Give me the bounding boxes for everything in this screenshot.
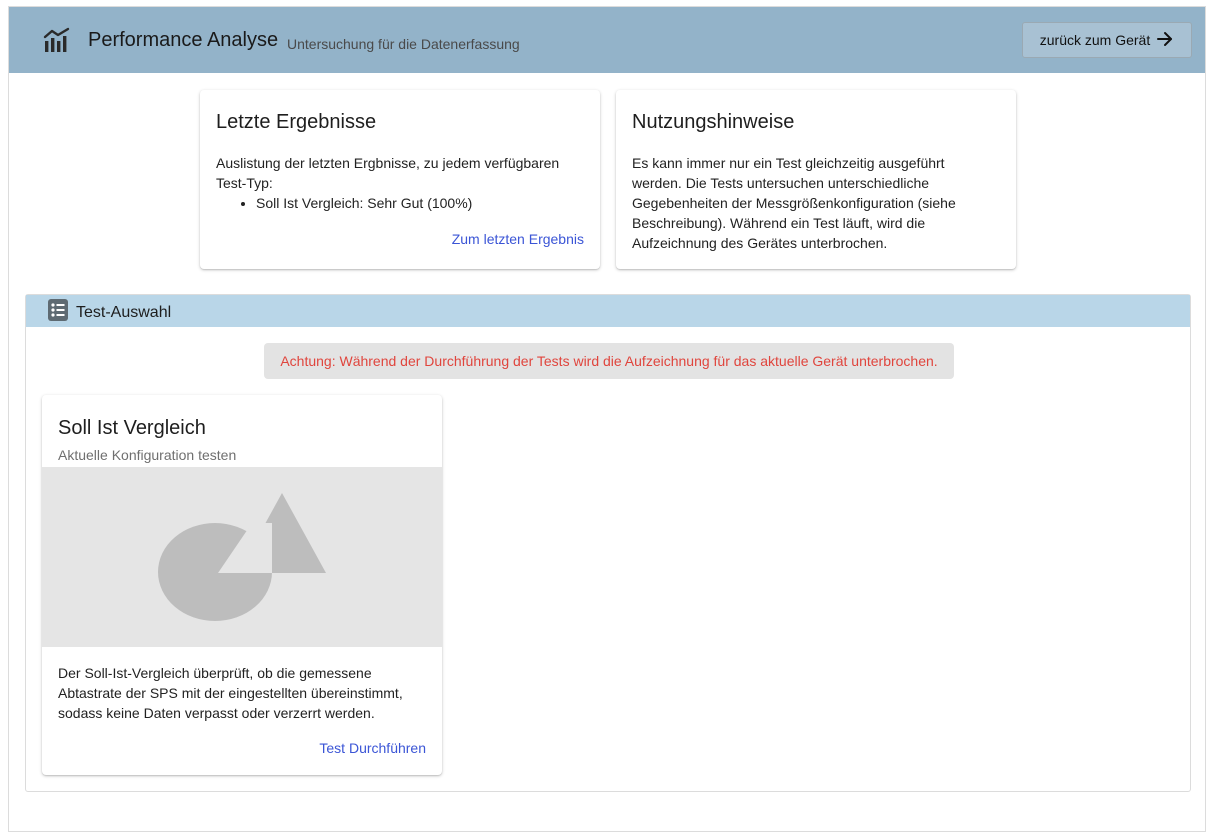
test-card-image <box>42 467 442 647</box>
list-item: Soll Ist Vergleich: Sehr Gut (100%) <box>256 193 472 213</box>
warning-text: Achtung: Während der Durchführung der Te… <box>280 353 938 369</box>
test-card-subtitle: Aktuelle Konfiguration testen <box>58 447 237 463</box>
list-icon <box>48 299 68 321</box>
test-card-title: Soll Ist Vergleich <box>58 417 206 439</box>
last-result-link[interactable]: Zum letzten Ergebnis <box>452 231 584 247</box>
test-selection-title: Test-Auswahl <box>76 304 172 321</box>
last-results-card: Letzte Ergebnisse Auslistung der letzten… <box>200 90 600 269</box>
image-placeholder-icon <box>158 493 326 621</box>
test-selection-panel: Test-Auswahl Achtung: Während der Durchf… <box>25 294 1191 792</box>
app-frame: Performance Analyse Untersuchung für die… <box>8 6 1206 832</box>
warning-banner: Achtung: Während der Durchführung der Te… <box>264 343 954 379</box>
run-test-link[interactable]: Test Durchführen <box>319 740 426 756</box>
last-results-title: Letzte Ergebnisse <box>216 111 377 133</box>
test-card-soll-ist: Soll Ist Vergleich Aktuelle Konfiguratio… <box>42 395 442 775</box>
chart-bars-icon <box>43 27 71 53</box>
top-bar: Performance Analyse Untersuchung für die… <box>9 7 1205 73</box>
page-title: Performance Analyse <box>88 29 279 51</box>
page-subtitle: Untersuchung für die Datenerfassung <box>287 36 520 52</box>
arrow-right-icon <box>1156 30 1174 51</box>
test-card-description: Der Soll-Ist-Vergleich überprüft, ob die… <box>58 665 403 721</box>
back-button-label: zurück zum Gerät <box>1039 32 1151 48</box>
last-results-list: Soll Ist Vergleich: Sehr Gut (100%) <box>256 193 472 213</box>
usage-hints-text: Es kann immer nur ein Test gleichzeitig … <box>632 155 956 251</box>
usage-hints-title: Nutzungshinweise <box>632 111 795 133</box>
back-to-device-button[interactable]: zurück zum Gerät <box>1022 22 1192 58</box>
usage-hints-card: Nutzungshinweise Es kann immer nur ein T… <box>616 90 1016 269</box>
last-results-description: Auslistung der letzten Ergbnisse, zu jed… <box>216 155 560 191</box>
test-selection-header: Test-Auswahl <box>26 295 1190 327</box>
